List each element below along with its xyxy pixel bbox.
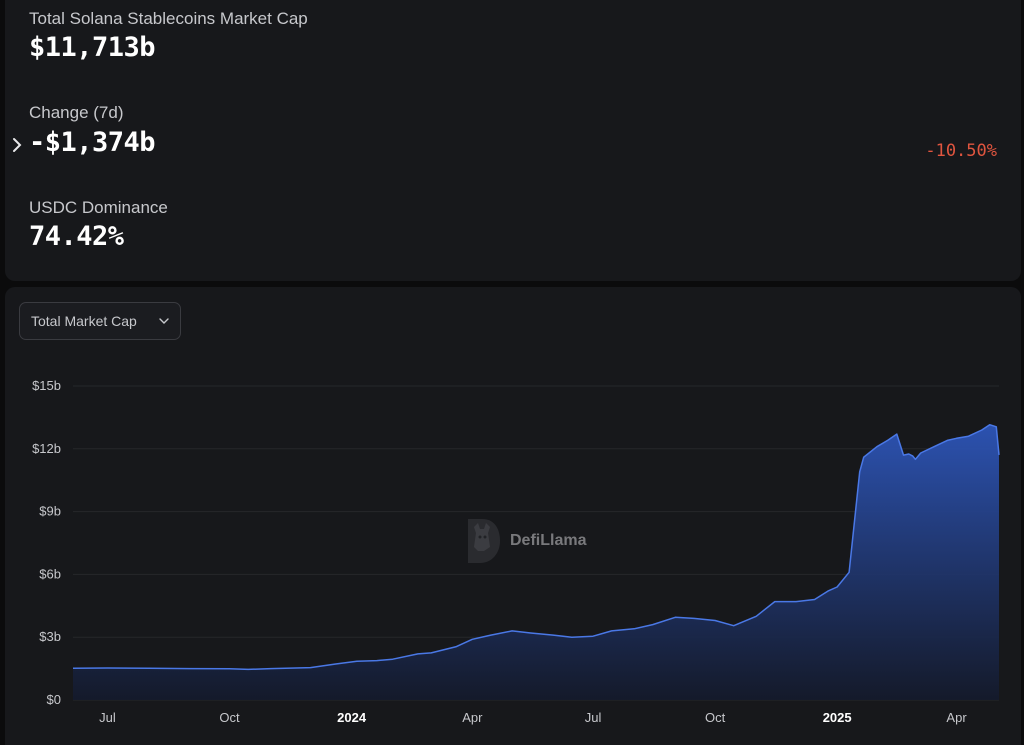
chevron-right-icon[interactable] (10, 136, 24, 154)
market-cap-value: $11,713b (29, 32, 156, 63)
y-tick-label: $0 (47, 692, 61, 707)
market-cap-label: Total Solana Stablecoins Market Cap (29, 9, 308, 28)
chart-panel: Total Market Cap $0 $3b $6b $9b $12b $15b Jul… (5, 287, 1021, 745)
watermark: DefiLlama (462, 517, 586, 565)
stats-panel: Total Solana Stablecoins Market Cap $11,… (5, 0, 1021, 281)
y-tick-label: $3b (39, 629, 61, 644)
x-tick-label: Apr (946, 710, 967, 725)
y-tick-label: $12b (32, 441, 61, 456)
x-tick-label: 2024 (337, 710, 367, 725)
y-tick-label: $9b (39, 504, 61, 519)
x-tick-label: 2025 (823, 710, 852, 725)
watermark-text: DefiLlama (510, 532, 587, 549)
x-tick-label: Apr (462, 710, 483, 725)
change-value: -$1,374b (29, 127, 156, 158)
x-tick-label: Oct (219, 710, 240, 725)
x-tick-label: Jul (99, 710, 116, 725)
dominance-label: USDC Dominance (29, 198, 168, 217)
x-tick-label: Jul (585, 710, 602, 725)
change-label: Change (7d) (29, 103, 124, 122)
market-cap-chart: $0 $3b $6b $9b $12b $15b Jul Oct 2024 Apr Jul Oct 2… (32, 378, 1000, 725)
y-tick-label: $6b (39, 566, 61, 581)
x-tick-label: Oct (705, 710, 726, 725)
change-percent: -10.50% (925, 141, 997, 161)
llama-logo-icon (468, 519, 500, 563)
dominance-value: 74.42% (29, 221, 124, 252)
y-tick-label: $15b (32, 378, 61, 393)
